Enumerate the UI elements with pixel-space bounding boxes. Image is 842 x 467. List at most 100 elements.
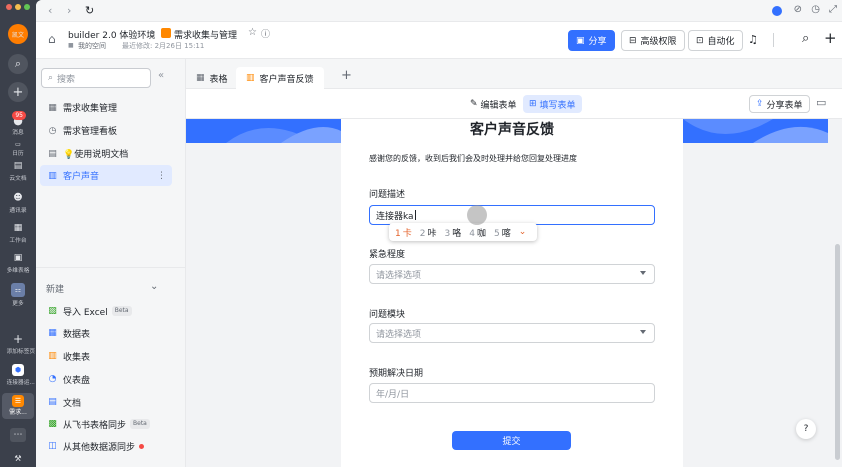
rail-item-calendar[interactable]: ▭ 日历 bbox=[6, 141, 30, 157]
minimize-window-button[interactable] bbox=[15, 4, 21, 10]
history-icon[interactable]: ◷ bbox=[811, 4, 820, 15]
ime-candidate[interactable]: 2咔 bbox=[420, 226, 437, 239]
scrollbar[interactable] bbox=[835, 244, 840, 460]
ime-candidate[interactable]: 4咖 bbox=[469, 226, 486, 239]
my-space-link[interactable]: 我的空间 bbox=[78, 41, 106, 51]
new-sync-from-sheet[interactable]: ▩ 从飞书表格同步 Beta bbox=[40, 414, 172, 434]
content-area: ▦ 表格 ▥ 客户声音反馈 + ✎ 编辑表单 ⊞ 填写表单 ⇪ 分享表单 ▭ 客… bbox=[186, 59, 842, 467]
due-date-input[interactable]: 年/月/日 bbox=[369, 383, 655, 403]
sidebar-item-label: 💡使用说明文档 bbox=[63, 150, 129, 160]
rail-plus-button[interactable]: + bbox=[6, 82, 30, 102]
field-label-urgency: 紧急程度 bbox=[369, 250, 406, 260]
new-dashboard[interactable]: ◔ 仪表盘 bbox=[40, 369, 172, 389]
new-sync-other-source[interactable]: ◫ 从其他数据源同步 bbox=[40, 436, 172, 456]
select-placeholder: 请选择选项 bbox=[376, 329, 422, 340]
urgency-select[interactable]: 请选择选项 bbox=[369, 264, 655, 284]
demand-icon: ☰ bbox=[12, 395, 24, 407]
description-value: 连接器ka bbox=[376, 211, 414, 222]
rail-item-workplace[interactable]: ▦ 工作台 bbox=[6, 222, 30, 244]
expand-icon[interactable]: ⤢ bbox=[829, 4, 837, 15]
doc-title[interactable]: 需求收集与管理 bbox=[174, 28, 237, 41]
new-data-table[interactable]: ▦ 数据表 bbox=[40, 323, 172, 343]
rail-search-button[interactable]: ⌕ bbox=[6, 54, 30, 74]
add-view-button[interactable]: + bbox=[341, 68, 352, 83]
bell-icon[interactable]: ♫ bbox=[748, 33, 758, 46]
fill-form-icon: ⊞ bbox=[529, 99, 537, 109]
ellipsis-icon: ⋯ bbox=[10, 428, 26, 442]
close-window-button[interactable] bbox=[6, 4, 12, 10]
info-icon[interactable]: ⓘ bbox=[261, 27, 270, 40]
rail-item-bitable[interactable]: ▣ 多维表格 bbox=[6, 252, 30, 274]
rail-add-tab[interactable]: + 添加标签页 bbox=[6, 332, 36, 355]
form-canvas: 客户声音反馈 感谢您的反馈，收到后我们会及时处理并给您回复处理进度 问题描述 连… bbox=[186, 119, 842, 467]
new-import-excel[interactable]: ▧ 导入 Excel Beta bbox=[40, 301, 172, 321]
rail-item-label: 更多 bbox=[12, 300, 24, 307]
browser-bar: ‹ › ↻ ⊘ ◷ ⤢ bbox=[36, 0, 842, 22]
sidebar-item-demand-collection[interactable]: ▦ 需求收集管理 bbox=[40, 97, 172, 118]
workspace-title[interactable]: builder 2.0 体验环境 bbox=[68, 28, 155, 41]
rail-avatar[interactable]: 凯文 bbox=[6, 24, 30, 44]
ime-candidate[interactable]: 3咯 bbox=[445, 226, 462, 239]
sidebar-item-label: 需求管理看板 bbox=[63, 127, 118, 137]
view-tabs: ▦ 表格 ▥ 客户声音反馈 + bbox=[186, 59, 842, 89]
collapse-sidebar-icon[interactable]: « bbox=[158, 70, 164, 81]
more-options-icon[interactable]: ⋮ bbox=[157, 171, 166, 181]
compass-icon[interactable]: ⊘ bbox=[794, 4, 802, 15]
form-settings-icon[interactable]: ▭ bbox=[816, 96, 826, 109]
forward-icon[interactable]: › bbox=[67, 4, 71, 17]
add-tab-icon: + bbox=[12, 332, 24, 346]
rail-item-ellipsis[interactable]: ⋯ bbox=[6, 428, 30, 442]
tab-table[interactable]: ▦ 表格 bbox=[186, 67, 238, 89]
rail-item-more[interactable]: ⚏ 更多 bbox=[6, 283, 30, 307]
calendar-icon: ▭ bbox=[15, 140, 21, 148]
share-button[interactable]: ▣ 分享 bbox=[568, 30, 615, 51]
submit-button[interactable]: 提交 bbox=[452, 431, 571, 450]
form-description: 感谢您的反馈，收到后我们会及时处理并给您回复处理进度 bbox=[369, 154, 577, 163]
sidebar-item-label: 客户声音 bbox=[63, 172, 100, 182]
advanced-permission-button[interactable]: ⊟ 高级权限 bbox=[621, 30, 685, 51]
help-icon[interactable]: ? bbox=[796, 419, 816, 439]
maximize-window-button[interactable] bbox=[24, 4, 30, 10]
ime-candidate[interactable]: 5喀 bbox=[494, 226, 511, 239]
select-placeholder: 请选择选项 bbox=[376, 270, 422, 281]
rail-item-contacts[interactable]: ☻ 通讯录 bbox=[6, 192, 30, 214]
back-icon[interactable]: ‹ bbox=[48, 4, 52, 17]
automation-button[interactable]: ⊡ 自动化 bbox=[688, 30, 743, 51]
workplace-icon: ▦ bbox=[13, 223, 23, 233]
rail-tools[interactable]: ⚒ bbox=[6, 452, 30, 464]
field-label-description: 问题描述 bbox=[369, 190, 406, 200]
rail-item-connector[interactable]: ⬢ 连接器运... bbox=[6, 364, 35, 386]
search-icon[interactable]: ⌕ bbox=[802, 31, 809, 46]
more-icon: ⚏ bbox=[11, 283, 25, 297]
sidebar-item-usage-doc[interactable]: ▤ 💡使用说明文档 bbox=[40, 143, 172, 164]
table-icon: ▦ bbox=[48, 328, 57, 338]
datasource-icon: ◫ bbox=[48, 441, 57, 451]
plus-icon[interactable]: + bbox=[824, 29, 837, 47]
star-icon[interactable]: ☆ bbox=[248, 27, 257, 38]
chevron-down-icon[interactable]: ⌄ bbox=[150, 281, 158, 292]
form-banner-right bbox=[683, 119, 828, 143]
rail-item-demand-active[interactable]: ☰ 需求... bbox=[2, 393, 34, 419]
edit-form-button[interactable]: ✎ 编辑表单 bbox=[464, 95, 523, 113]
new-document[interactable]: ▤ 文档 bbox=[40, 392, 172, 412]
rail-item-cloud-docs[interactable]: ▤ 云文档 bbox=[6, 160, 30, 182]
ime-candidate[interactable]: 1卡 bbox=[395, 226, 412, 239]
last-modified: 最近修改: 2月26日 15:11 bbox=[122, 42, 205, 50]
sidebar-item-customer-voice[interactable]: ▥ 客户声音 ⋮ bbox=[40, 165, 172, 186]
ime-expand-icon[interactable]: ⌄ bbox=[519, 227, 527, 237]
refresh-icon[interactable]: ↻ bbox=[85, 4, 94, 17]
fill-form-button[interactable]: ⊞ 填写表单 bbox=[523, 95, 582, 113]
description-input[interactable]: 连接器ka bbox=[369, 205, 655, 225]
share-form-button[interactable]: ⇪ 分享表单 bbox=[749, 95, 810, 113]
tab-customer-feedback[interactable]: ▥ 客户声音反馈 bbox=[236, 67, 324, 89]
new-collection-form[interactable]: ▥ 收集表 bbox=[40, 346, 172, 366]
mouse-cursor bbox=[467, 205, 487, 225]
form-title: 客户声音反馈 bbox=[470, 122, 554, 138]
home-icon[interactable]: ⌂ bbox=[48, 32, 56, 46]
avatar: 凯文 bbox=[8, 24, 28, 44]
rail-item-messages[interactable]: ● 95 消息 bbox=[6, 111, 30, 136]
search-input[interactable]: ⌕ 搜索 bbox=[41, 68, 151, 88]
module-select[interactable]: 请选择选项 bbox=[369, 323, 655, 343]
sidebar-item-demand-board[interactable]: ◷ 需求管理看板 bbox=[40, 120, 172, 141]
robot-icon: ⊡ bbox=[696, 35, 704, 46]
